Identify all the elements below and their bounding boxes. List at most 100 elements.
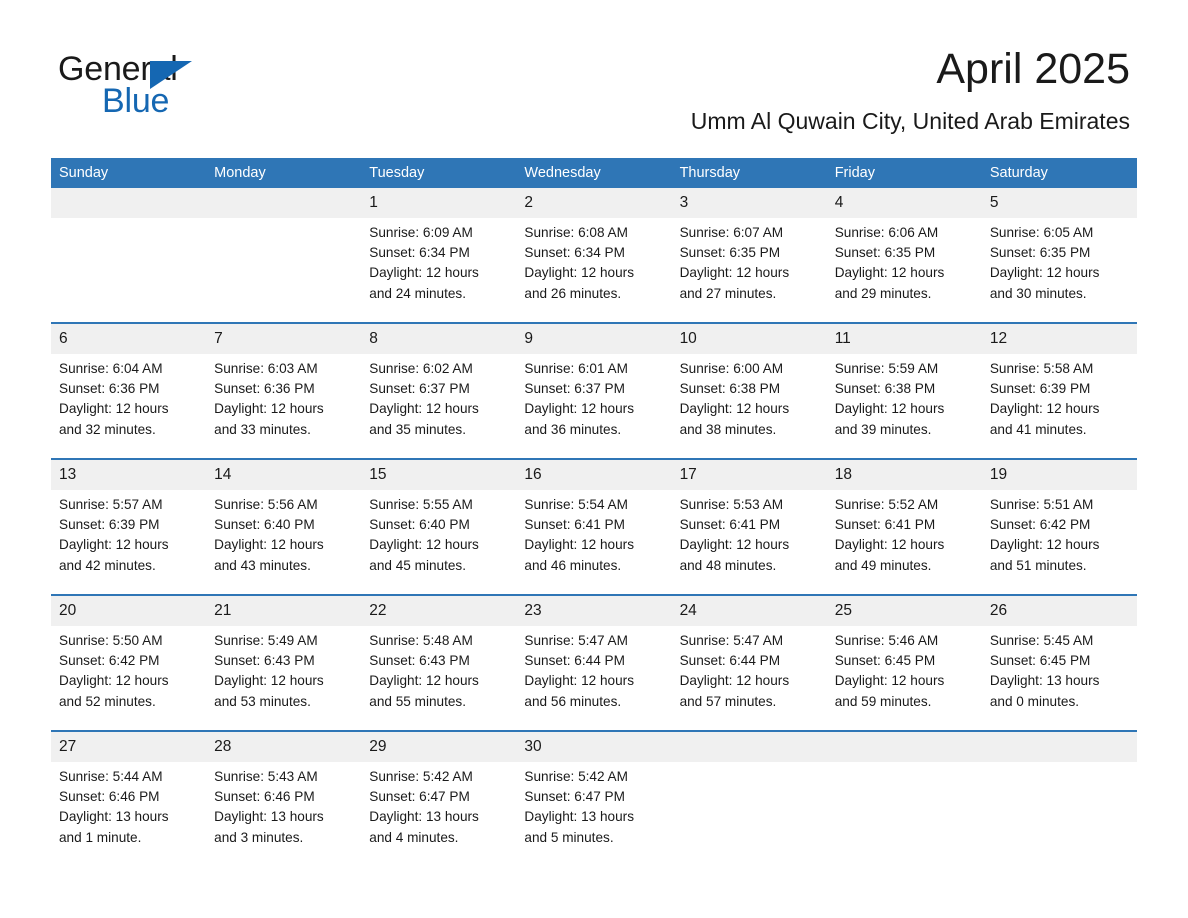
day-number[interactable]: 20 bbox=[51, 596, 206, 626]
day-cell[interactable]: Sunrise: 5:42 AM Sunset: 6:47 PM Daylight:… bbox=[361, 767, 516, 866]
day-cell[interactable]: Sunrise: 5:49 AM Sunset: 6:43 PM Daylight:… bbox=[206, 631, 361, 730]
day-cell[interactable]: Sunrise: 5:56 AM Sunset: 6:40 PM Daylight:… bbox=[206, 495, 361, 594]
day-number[interactable]: 10 bbox=[672, 324, 827, 354]
day-detail-line: Daylight: 13 hours bbox=[989, 673, 1100, 689]
day-detail-line: Sunset: 6:41 PM bbox=[679, 517, 781, 533]
day-cell[interactable]: Sunrise: 5:47 AM Sunset: 6:44 PM Daylight:… bbox=[516, 631, 671, 730]
day-cell[interactable]: Sunrise: 5:59 AM Sunset: 6:38 PM Daylight:… bbox=[827, 359, 982, 458]
day-detail-line: Sunrise: 5:53 AM bbox=[679, 497, 784, 512]
day-detail-line: Daylight: 12 hours bbox=[834, 401, 945, 417]
day-detail-line: and 38 minutes. bbox=[679, 421, 777, 437]
day-detail-line: Sunset: 6:39 PM bbox=[59, 517, 160, 533]
calendar-week-row: 27 28 29 30 Sunrise: 5:44 AM Sunset: 6:46 PM D… bbox=[51, 730, 1137, 866]
day-number[interactable]: 3 bbox=[672, 188, 827, 218]
day-detail-line: Sunrise: 6:06 AM bbox=[834, 225, 939, 240]
day-detail-line: Sunset: 6:41 PM bbox=[524, 517, 625, 533]
day-number[interactable]: 14 bbox=[206, 460, 361, 490]
day-detail-line: Sunset: 6:39 PM bbox=[989, 381, 1091, 397]
day-cell[interactable]: Sunrise: 6:09 AM Sunset: 6:34 PM Daylight:… bbox=[361, 223, 516, 322]
day-number[interactable]: 15 bbox=[361, 460, 516, 490]
day-number[interactable]: 6 bbox=[51, 324, 206, 354]
day-detail-line: Sunset: 6:38 PM bbox=[679, 381, 781, 397]
day-detail-line: Sunset: 6:45 PM bbox=[834, 653, 936, 669]
general-blue-logo[interactable]: General Blue bbox=[58, 52, 318, 124]
weekday-header-monday: Monday bbox=[214, 165, 266, 181]
day-cell[interactable]: Sunrise: 6:08 AM Sunset: 6:34 PM Daylight:… bbox=[516, 223, 671, 322]
day-number[interactable]: 1 bbox=[361, 188, 516, 218]
day-cell[interactable]: Sunrise: 6:03 AM Sunset: 6:36 PM Daylight:… bbox=[206, 359, 361, 458]
day-cell[interactable]: Sunrise: 6:06 AM Sunset: 6:35 PM Daylight:… bbox=[827, 223, 982, 322]
day-detail-line: Sunrise: 5:56 AM bbox=[214, 497, 318, 512]
day-number[interactable]: 11 bbox=[827, 324, 982, 354]
day-number[interactable]: 26 bbox=[982, 596, 1137, 626]
day-number[interactable]: 4 bbox=[827, 188, 982, 218]
day-cell[interactable]: Sunrise: 5:43 AM Sunset: 6:46 PM Daylight:… bbox=[206, 767, 361, 866]
day-cell[interactable]: Sunrise: 5:48 AM Sunset: 6:43 PM Daylight:… bbox=[361, 631, 516, 730]
day-number[interactable]: 2 bbox=[516, 188, 671, 218]
calendar-table: Sunday Monday Tuesday Wednesday Thursday Frid… bbox=[51, 158, 1137, 866]
day-cell[interactable]: Sunrise: 5:51 AM Sunset: 6:42 PM Daylight:… bbox=[982, 495, 1137, 594]
day-detail-line: Sunrise: 5:50 AM bbox=[59, 633, 163, 648]
day-detail-line: and 51 minutes. bbox=[989, 557, 1087, 573]
day-cell[interactable]: Sunrise: 6:02 AM Sunset: 6:37 PM Daylight:… bbox=[361, 359, 516, 458]
day-detail-line: Daylight: 12 hours bbox=[679, 265, 790, 281]
day-cell[interactable]: Sunrise: 5:55 AM Sunset: 6:40 PM Daylight:… bbox=[361, 495, 516, 594]
day-number[interactable]: 16 bbox=[516, 460, 671, 490]
day-number[interactable]: 21 bbox=[206, 596, 361, 626]
day-number-empty bbox=[982, 732, 1137, 762]
calendar-week-row: 6 7 8 9 10 11 12 Sunrise: 6:04 AM Sunset: 6:36 P… bbox=[51, 322, 1137, 458]
day-detail-line: Daylight: 12 hours bbox=[679, 401, 790, 417]
day-cell[interactable]: Sunrise: 5:53 AM Sunset: 6:41 PM Daylight:… bbox=[672, 495, 827, 594]
day-detail-line: and 56 minutes. bbox=[524, 693, 622, 709]
day-detail-line: and 4 minutes. bbox=[369, 829, 459, 845]
day-cell[interactable]: Sunrise: 5:45 AM Sunset: 6:45 PM Daylight:… bbox=[982, 631, 1137, 730]
day-cell[interactable]: Sunrise: 6:07 AM Sunset: 6:35 PM Daylight:… bbox=[672, 223, 827, 322]
day-number[interactable]: 12 bbox=[982, 324, 1137, 354]
day-number[interactable]: 7 bbox=[206, 324, 361, 354]
day-detail-line: and 52 minutes. bbox=[59, 693, 156, 709]
day-cell[interactable]: Sunrise: 5:54 AM Sunset: 6:41 PM Daylight:… bbox=[516, 495, 671, 594]
day-detail-line: and 0 minutes. bbox=[989, 693, 1080, 709]
day-cell[interactable]: Sunrise: 5:52 AM Sunset: 6:41 PM Daylight:… bbox=[827, 495, 982, 594]
day-cell[interactable]: Sunrise: 6:05 AM Sunset: 6:35 PM Daylight:… bbox=[982, 223, 1137, 322]
day-cell[interactable]: Sunrise: 5:58 AM Sunset: 6:39 PM Daylight:… bbox=[982, 359, 1137, 458]
day-cell[interactable]: Sunrise: 5:42 AM Sunset: 6:47 PM Daylight:… bbox=[516, 767, 671, 866]
day-cell[interactable]: Sunrise: 5:46 AM Sunset: 6:45 PM Daylight:… bbox=[827, 631, 982, 730]
day-number[interactable]: 25 bbox=[827, 596, 982, 626]
day-number[interactable]: 22 bbox=[361, 596, 516, 626]
day-number-band: 20 21 22 23 24 25 26 bbox=[51, 596, 1137, 626]
weekday-header-friday: Friday bbox=[834, 165, 875, 181]
day-number[interactable]: 5 bbox=[982, 188, 1137, 218]
day-detail-line: Daylight: 12 hours bbox=[989, 401, 1100, 417]
day-detail-line: Sunset: 6:44 PM bbox=[524, 653, 625, 669]
day-detail-line: and 3 minutes. bbox=[214, 829, 304, 845]
day-number[interactable]: 24 bbox=[672, 596, 827, 626]
day-detail-line: Sunset: 6:42 PM bbox=[59, 653, 160, 669]
day-number[interactable]: 27 bbox=[51, 732, 206, 762]
day-number[interactable]: 30 bbox=[516, 732, 671, 762]
day-detail-line: and 49 minutes. bbox=[834, 557, 932, 573]
day-number-band: 27 28 29 30 bbox=[51, 732, 1137, 762]
day-detail-band: Sunrise: 5:57 AM Sunset: 6:39 PM Daylight:… bbox=[51, 490, 1137, 594]
day-number[interactable]: 17 bbox=[672, 460, 827, 490]
day-cell[interactable]: Sunrise: 5:44 AM Sunset: 6:46 PM Daylight:… bbox=[51, 767, 206, 866]
day-number[interactable]: 23 bbox=[516, 596, 671, 626]
day-number[interactable]: 29 bbox=[361, 732, 516, 762]
day-cell[interactable]: Sunrise: 5:47 AM Sunset: 6:44 PM Daylight:… bbox=[672, 631, 827, 730]
day-detail-line: Sunrise: 6:05 AM bbox=[989, 225, 1094, 240]
day-number[interactable]: 28 bbox=[206, 732, 361, 762]
day-detail-line: and 26 minutes. bbox=[524, 285, 622, 301]
day-number[interactable]: 19 bbox=[982, 460, 1137, 490]
day-cell[interactable]: Sunrise: 6:01 AM Sunset: 6:37 PM Daylight:… bbox=[516, 359, 671, 458]
day-number[interactable]: 13 bbox=[51, 460, 206, 490]
day-cell[interactable]: Sunrise: 6:04 AM Sunset: 6:36 PM Daylight:… bbox=[51, 359, 206, 458]
day-cell[interactable]: Sunrise: 6:00 AM Sunset: 6:38 PM Daylight:… bbox=[672, 359, 827, 458]
day-cell[interactable]: Sunrise: 5:57 AM Sunset: 6:39 PM Daylight:… bbox=[51, 495, 206, 594]
day-number[interactable]: 9 bbox=[516, 324, 671, 354]
day-cell[interactable]: Sunrise: 5:50 AM Sunset: 6:42 PM Daylight:… bbox=[51, 631, 206, 730]
day-detail-line: Sunrise: 6:09 AM bbox=[369, 225, 473, 240]
day-number[interactable]: 8 bbox=[361, 324, 516, 354]
day-number[interactable]: 18 bbox=[827, 460, 982, 490]
day-detail-line: Sunrise: 6:04 AM bbox=[59, 361, 163, 376]
day-detail-line: Sunrise: 5:51 AM bbox=[989, 497, 1094, 512]
